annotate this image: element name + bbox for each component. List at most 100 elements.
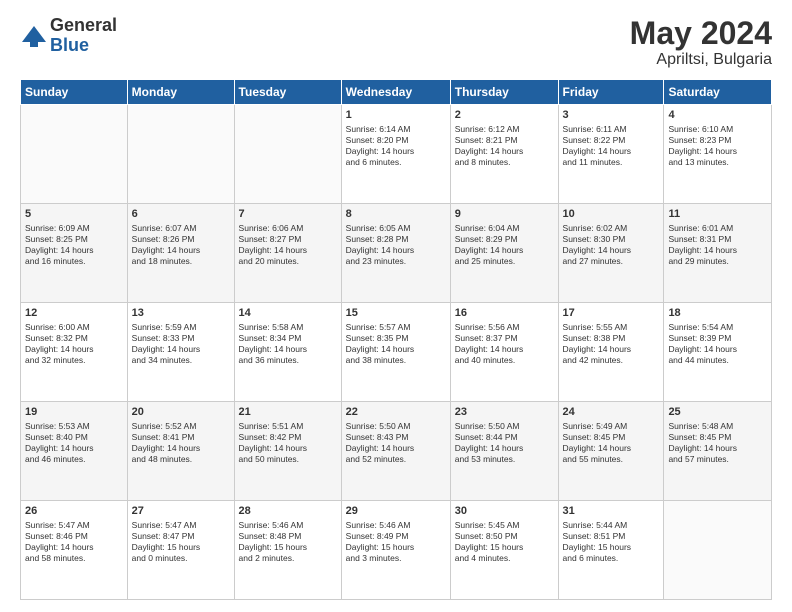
day-number: 8 [346,207,446,222]
calendar-cell: 1Sunrise: 6:14 AMSunset: 8:20 PMDaylight… [341,105,450,204]
calendar-cell: 28Sunrise: 5:46 AMSunset: 8:48 PMDayligh… [234,501,341,600]
day-number: 27 [132,504,230,519]
cell-info: Sunrise: 5:54 AMSunset: 8:39 PMDaylight:… [668,322,767,366]
month-year: May 2024 [630,16,772,51]
cell-info: Sunrise: 6:06 AMSunset: 8:27 PMDaylight:… [239,223,337,267]
calendar-cell: 2Sunrise: 6:12 AMSunset: 8:21 PMDaylight… [450,105,558,204]
day-number: 9 [455,207,554,222]
calendar-cell: 25Sunrise: 5:48 AMSunset: 8:45 PMDayligh… [664,402,772,501]
calendar-cell: 16Sunrise: 5:56 AMSunset: 8:37 PMDayligh… [450,303,558,402]
cell-info: Sunrise: 5:45 AMSunset: 8:50 PMDaylight:… [455,520,554,564]
cell-info: Sunrise: 6:00 AMSunset: 8:32 PMDaylight:… [25,322,123,366]
title-area: May 2024 Apriltsi, Bulgaria [630,16,772,69]
calendar-cell [234,105,341,204]
calendar: SundayMondayTuesdayWednesdayThursdayFrid… [20,79,772,600]
day-number: 16 [455,306,554,321]
calendar-cell: 19Sunrise: 5:53 AMSunset: 8:40 PMDayligh… [21,402,128,501]
location: Apriltsi, Bulgaria [630,51,772,69]
cell-info: Sunrise: 5:44 AMSunset: 8:51 PMDaylight:… [563,520,660,564]
calendar-cell: 23Sunrise: 5:50 AMSunset: 8:44 PMDayligh… [450,402,558,501]
day-number: 17 [563,306,660,321]
cell-info: Sunrise: 5:55 AMSunset: 8:38 PMDaylight:… [563,322,660,366]
calendar-cell [664,501,772,600]
logo-icon [20,22,48,50]
calendar-cell: 29Sunrise: 5:46 AMSunset: 8:49 PMDayligh… [341,501,450,600]
calendar-cell: 12Sunrise: 6:00 AMSunset: 8:32 PMDayligh… [21,303,128,402]
cell-info: Sunrise: 6:01 AMSunset: 8:31 PMDaylight:… [668,223,767,267]
calendar-cell: 3Sunrise: 6:11 AMSunset: 8:22 PMDaylight… [558,105,664,204]
day-number: 21 [239,405,337,420]
cell-info: Sunrise: 5:47 AMSunset: 8:46 PMDaylight:… [25,520,123,564]
cell-info: Sunrise: 5:49 AMSunset: 8:45 PMDaylight:… [563,421,660,465]
calendar-cell: 27Sunrise: 5:47 AMSunset: 8:47 PMDayligh… [127,501,234,600]
day-number: 4 [668,108,767,123]
cell-info: Sunrise: 6:12 AMSunset: 8:21 PMDaylight:… [455,124,554,168]
calendar-week-2: 12Sunrise: 6:00 AMSunset: 8:32 PMDayligh… [21,303,772,402]
cell-info: Sunrise: 6:05 AMSunset: 8:28 PMDaylight:… [346,223,446,267]
weekday-header-wednesday: Wednesday [341,80,450,105]
cell-info: Sunrise: 5:56 AMSunset: 8:37 PMDaylight:… [455,322,554,366]
calendar-cell [21,105,128,204]
day-number: 15 [346,306,446,321]
weekday-header-monday: Monday [127,80,234,105]
calendar-cell: 17Sunrise: 5:55 AMSunset: 8:38 PMDayligh… [558,303,664,402]
calendar-cell: 11Sunrise: 6:01 AMSunset: 8:31 PMDayligh… [664,204,772,303]
day-number: 5 [25,207,123,222]
cell-info: Sunrise: 5:52 AMSunset: 8:41 PMDaylight:… [132,421,230,465]
cell-info: Sunrise: 5:53 AMSunset: 8:40 PMDaylight:… [25,421,123,465]
cell-info: Sunrise: 5:51 AMSunset: 8:42 PMDaylight:… [239,421,337,465]
cell-info: Sunrise: 5:48 AMSunset: 8:45 PMDaylight:… [668,421,767,465]
weekday-header-row: SundayMondayTuesdayWednesdayThursdayFrid… [21,80,772,105]
day-number: 30 [455,504,554,519]
calendar-cell: 10Sunrise: 6:02 AMSunset: 8:30 PMDayligh… [558,204,664,303]
calendar-cell: 30Sunrise: 5:45 AMSunset: 8:50 PMDayligh… [450,501,558,600]
cell-info: Sunrise: 6:11 AMSunset: 8:22 PMDaylight:… [563,124,660,168]
calendar-week-1: 5Sunrise: 6:09 AMSunset: 8:25 PMDaylight… [21,204,772,303]
cell-info: Sunrise: 6:14 AMSunset: 8:20 PMDaylight:… [346,124,446,168]
cell-info: Sunrise: 5:58 AMSunset: 8:34 PMDaylight:… [239,322,337,366]
calendar-cell: 14Sunrise: 5:58 AMSunset: 8:34 PMDayligh… [234,303,341,402]
weekday-header-tuesday: Tuesday [234,80,341,105]
calendar-body: 1Sunrise: 6:14 AMSunset: 8:20 PMDaylight… [21,105,772,600]
logo-text: General Blue [50,16,117,56]
calendar-cell: 31Sunrise: 5:44 AMSunset: 8:51 PMDayligh… [558,501,664,600]
calendar-cell: 4Sunrise: 6:10 AMSunset: 8:23 PMDaylight… [664,105,772,204]
calendar-cell: 13Sunrise: 5:59 AMSunset: 8:33 PMDayligh… [127,303,234,402]
day-number: 22 [346,405,446,420]
cell-info: Sunrise: 5:50 AMSunset: 8:44 PMDaylight:… [455,421,554,465]
cell-info: Sunrise: 6:07 AMSunset: 8:26 PMDaylight:… [132,223,230,267]
day-number: 26 [25,504,123,519]
calendar-cell: 9Sunrise: 6:04 AMSunset: 8:29 PMDaylight… [450,204,558,303]
cell-info: Sunrise: 5:46 AMSunset: 8:48 PMDaylight:… [239,520,337,564]
logo-blue: Blue [50,36,117,56]
calendar-week-0: 1Sunrise: 6:14 AMSunset: 8:20 PMDaylight… [21,105,772,204]
day-number: 7 [239,207,337,222]
cell-info: Sunrise: 5:57 AMSunset: 8:35 PMDaylight:… [346,322,446,366]
calendar-cell: 21Sunrise: 5:51 AMSunset: 8:42 PMDayligh… [234,402,341,501]
calendar-cell: 26Sunrise: 5:47 AMSunset: 8:46 PMDayligh… [21,501,128,600]
day-number: 31 [563,504,660,519]
day-number: 14 [239,306,337,321]
weekday-header-thursday: Thursday [450,80,558,105]
cell-info: Sunrise: 5:46 AMSunset: 8:49 PMDaylight:… [346,520,446,564]
cell-info: Sunrise: 6:04 AMSunset: 8:29 PMDaylight:… [455,223,554,267]
calendar-week-4: 26Sunrise: 5:47 AMSunset: 8:46 PMDayligh… [21,501,772,600]
day-number: 1 [346,108,446,123]
cell-info: Sunrise: 6:09 AMSunset: 8:25 PMDaylight:… [25,223,123,267]
calendar-header: SundayMondayTuesdayWednesdayThursdayFrid… [21,80,772,105]
header: General Blue May 2024 Apriltsi, Bulgaria [20,16,772,69]
weekday-header-saturday: Saturday [664,80,772,105]
day-number: 28 [239,504,337,519]
day-number: 11 [668,207,767,222]
day-number: 12 [25,306,123,321]
day-number: 25 [668,405,767,420]
calendar-cell: 18Sunrise: 5:54 AMSunset: 8:39 PMDayligh… [664,303,772,402]
cell-info: Sunrise: 5:50 AMSunset: 8:43 PMDaylight:… [346,421,446,465]
calendar-cell: 20Sunrise: 5:52 AMSunset: 8:41 PMDayligh… [127,402,234,501]
day-number: 2 [455,108,554,123]
day-number: 13 [132,306,230,321]
cell-info: Sunrise: 6:02 AMSunset: 8:30 PMDaylight:… [563,223,660,267]
weekday-header-friday: Friday [558,80,664,105]
cell-info: Sunrise: 5:47 AMSunset: 8:47 PMDaylight:… [132,520,230,564]
weekday-header-sunday: Sunday [21,80,128,105]
